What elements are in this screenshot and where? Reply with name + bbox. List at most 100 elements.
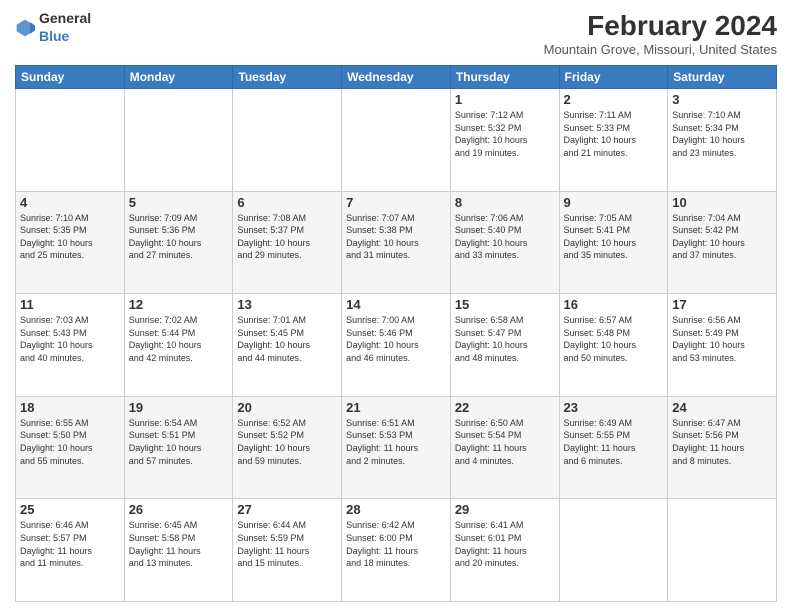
calendar-row-0: 1 Sunrise: 7:12 AM Sunset: 5:32 PM Daylig…	[16, 89, 777, 192]
calendar-cell: 25 Sunrise: 6:46 AM Sunset: 5:57 PM Dayli…	[16, 499, 125, 602]
day-info: Sunrise: 6:49 AM Sunset: 5:55 PM Dayligh…	[564, 417, 664, 467]
day-number: 21	[346, 400, 446, 415]
calendar-header-thursday: Thursday	[450, 66, 559, 89]
calendar-cell	[559, 499, 668, 602]
calendar-header-tuesday: Tuesday	[233, 66, 342, 89]
calendar-cell: 13 Sunrise: 7:01 AM Sunset: 5:45 PM Dayli…	[233, 294, 342, 397]
calendar-header-sunday: Sunday	[16, 66, 125, 89]
day-info: Sunrise: 6:42 AM Sunset: 6:00 PM Dayligh…	[346, 519, 446, 569]
calendar-cell: 29 Sunrise: 6:41 AM Sunset: 6:01 PM Dayli…	[450, 499, 559, 602]
day-info: Sunrise: 7:07 AM Sunset: 5:38 PM Dayligh…	[346, 212, 446, 262]
day-number: 29	[455, 502, 555, 517]
calendar-cell: 18Sunrise: 6:55 AM Sunset: 5:50 PM Dayli…	[16, 396, 125, 499]
calendar-cell: 16Sunrise: 6:57 AM Sunset: 5:48 PM Dayli…	[559, 294, 668, 397]
calendar-cell: 22Sunrise: 6:50 AM Sunset: 5:54 PM Dayli…	[450, 396, 559, 499]
day-number: 15	[455, 297, 555, 312]
calendar-header-row: SundayMondayTuesdayWednesdayThursdayFrid…	[16, 66, 777, 89]
calendar-cell: 10Sunrise: 7:04 AM Sunset: 5:42 PM Dayli…	[668, 191, 777, 294]
day-info: Sunrise: 6:44 AM Sunset: 5:59 PM Dayligh…	[237, 519, 337, 569]
calendar-cell: 2 Sunrise: 7:11 AM Sunset: 5:33 PM Daylig…	[559, 89, 668, 192]
day-info: Sunrise: 7:09 AM Sunset: 5:36 PM Dayligh…	[129, 212, 229, 262]
day-info: Sunrise: 6:45 AM Sunset: 5:58 PM Dayligh…	[129, 519, 229, 569]
calendar-cell	[124, 89, 233, 192]
day-info: Sunrise: 7:10 AM Sunset: 5:34 PM Dayligh…	[672, 109, 772, 159]
calendar-cell	[16, 89, 125, 192]
day-number: 12	[129, 297, 229, 312]
calendar-row-3: 18Sunrise: 6:55 AM Sunset: 5:50 PM Dayli…	[16, 396, 777, 499]
calendar-cell: 21 Sunrise: 6:51 AM Sunset: 5:53 PM Dayli…	[342, 396, 451, 499]
day-number: 2	[564, 92, 664, 107]
calendar-cell: 11 Sunrise: 7:03 AM Sunset: 5:43 PM Dayli…	[16, 294, 125, 397]
logo-general: General	[39, 10, 91, 26]
logo-blue: Blue	[39, 28, 69, 44]
day-info: Sunrise: 6:52 AM Sunset: 5:52 PM Dayligh…	[237, 417, 337, 467]
day-number: 11	[20, 297, 120, 312]
main-title: February 2024	[544, 10, 777, 42]
calendar-row-4: 25 Sunrise: 6:46 AM Sunset: 5:57 PM Dayli…	[16, 499, 777, 602]
day-info: Sunrise: 6:51 AM Sunset: 5:53 PM Dayligh…	[346, 417, 446, 467]
calendar-cell: 26 Sunrise: 6:45 AM Sunset: 5:58 PM Dayli…	[124, 499, 233, 602]
day-info: Sunrise: 6:50 AM Sunset: 5:54 PM Dayligh…	[455, 417, 555, 467]
title-area: February 2024 Mountain Grove, Missouri, …	[544, 10, 777, 57]
calendar-header-wednesday: Wednesday	[342, 66, 451, 89]
day-number: 16	[564, 297, 664, 312]
day-info: Sunrise: 7:10 AM Sunset: 5:35 PM Dayligh…	[20, 212, 120, 262]
logo: General Blue	[15, 10, 91, 46]
calendar-cell	[342, 89, 451, 192]
day-info: Sunrise: 7:12 AM Sunset: 5:32 PM Dayligh…	[455, 109, 555, 159]
day-info: Sunrise: 7:08 AM Sunset: 5:37 PM Dayligh…	[237, 212, 337, 262]
calendar-cell: 4Sunrise: 7:10 AM Sunset: 5:35 PM Daylig…	[16, 191, 125, 294]
calendar-cell: 24Sunrise: 6:47 AM Sunset: 5:56 PM Dayli…	[668, 396, 777, 499]
day-info: Sunrise: 7:06 AM Sunset: 5:40 PM Dayligh…	[455, 212, 555, 262]
day-info: Sunrise: 6:58 AM Sunset: 5:47 PM Dayligh…	[455, 314, 555, 364]
calendar-cell: 19Sunrise: 6:54 AM Sunset: 5:51 PM Dayli…	[124, 396, 233, 499]
day-number: 17	[672, 297, 772, 312]
day-info: Sunrise: 7:11 AM Sunset: 5:33 PM Dayligh…	[564, 109, 664, 159]
day-number: 24	[672, 400, 772, 415]
subtitle: Mountain Grove, Missouri, United States	[544, 42, 777, 57]
day-number: 23	[564, 400, 664, 415]
calendar-header-friday: Friday	[559, 66, 668, 89]
day-info: Sunrise: 6:56 AM Sunset: 5:49 PM Dayligh…	[672, 314, 772, 364]
logo-icon	[15, 18, 35, 38]
day-number: 27	[237, 502, 337, 517]
day-number: 13	[237, 297, 337, 312]
header-area: General Blue February 2024 Mountain Grov…	[15, 10, 777, 57]
calendar-cell: 1 Sunrise: 7:12 AM Sunset: 5:32 PM Daylig…	[450, 89, 559, 192]
calendar-cell: 23 Sunrise: 6:49 AM Sunset: 5:55 PM Dayli…	[559, 396, 668, 499]
calendar-row-1: 4Sunrise: 7:10 AM Sunset: 5:35 PM Daylig…	[16, 191, 777, 294]
day-info: Sunrise: 7:04 AM Sunset: 5:42 PM Dayligh…	[672, 212, 772, 262]
day-number: 9	[564, 195, 664, 210]
day-info: Sunrise: 7:00 AM Sunset: 5:46 PM Dayligh…	[346, 314, 446, 364]
day-number: 6	[237, 195, 337, 210]
day-number: 25	[20, 502, 120, 517]
day-number: 8	[455, 195, 555, 210]
day-info: Sunrise: 6:46 AM Sunset: 5:57 PM Dayligh…	[20, 519, 120, 569]
day-number: 14	[346, 297, 446, 312]
calendar-cell: 27 Sunrise: 6:44 AM Sunset: 5:59 PM Dayli…	[233, 499, 342, 602]
calendar-cell: 9Sunrise: 7:05 AM Sunset: 5:41 PM Daylig…	[559, 191, 668, 294]
day-number: 1	[455, 92, 555, 107]
calendar-cell: 12 Sunrise: 7:02 AM Sunset: 5:44 PM Dayli…	[124, 294, 233, 397]
calendar-cell: 20Sunrise: 6:52 AM Sunset: 5:52 PM Dayli…	[233, 396, 342, 499]
calendar-cell: 28 Sunrise: 6:42 AM Sunset: 6:00 PM Dayli…	[342, 499, 451, 602]
calendar-cell	[233, 89, 342, 192]
calendar-cell: 3 Sunrise: 7:10 AM Sunset: 5:34 PM Daylig…	[668, 89, 777, 192]
calendar-cell: 8 Sunrise: 7:06 AM Sunset: 5:40 PM Daylig…	[450, 191, 559, 294]
calendar-cell: 17 Sunrise: 6:56 AM Sunset: 5:49 PM Dayli…	[668, 294, 777, 397]
day-info: Sunrise: 7:01 AM Sunset: 5:45 PM Dayligh…	[237, 314, 337, 364]
day-info: Sunrise: 6:41 AM Sunset: 6:01 PM Dayligh…	[455, 519, 555, 569]
calendar-row-2: 11 Sunrise: 7:03 AM Sunset: 5:43 PM Dayli…	[16, 294, 777, 397]
day-info: Sunrise: 7:02 AM Sunset: 5:44 PM Dayligh…	[129, 314, 229, 364]
calendar-cell: 15 Sunrise: 6:58 AM Sunset: 5:47 PM Dayli…	[450, 294, 559, 397]
day-number: 3	[672, 92, 772, 107]
day-number: 7	[346, 195, 446, 210]
day-info: Sunrise: 6:55 AM Sunset: 5:50 PM Dayligh…	[20, 417, 120, 467]
page: General Blue February 2024 Mountain Grov…	[0, 0, 792, 612]
calendar-header-monday: Monday	[124, 66, 233, 89]
day-info: Sunrise: 6:54 AM Sunset: 5:51 PM Dayligh…	[129, 417, 229, 467]
day-info: Sunrise: 7:03 AM Sunset: 5:43 PM Dayligh…	[20, 314, 120, 364]
day-number: 28	[346, 502, 446, 517]
calendar-cell: 14 Sunrise: 7:00 AM Sunset: 5:46 PM Dayli…	[342, 294, 451, 397]
day-number: 26	[129, 502, 229, 517]
